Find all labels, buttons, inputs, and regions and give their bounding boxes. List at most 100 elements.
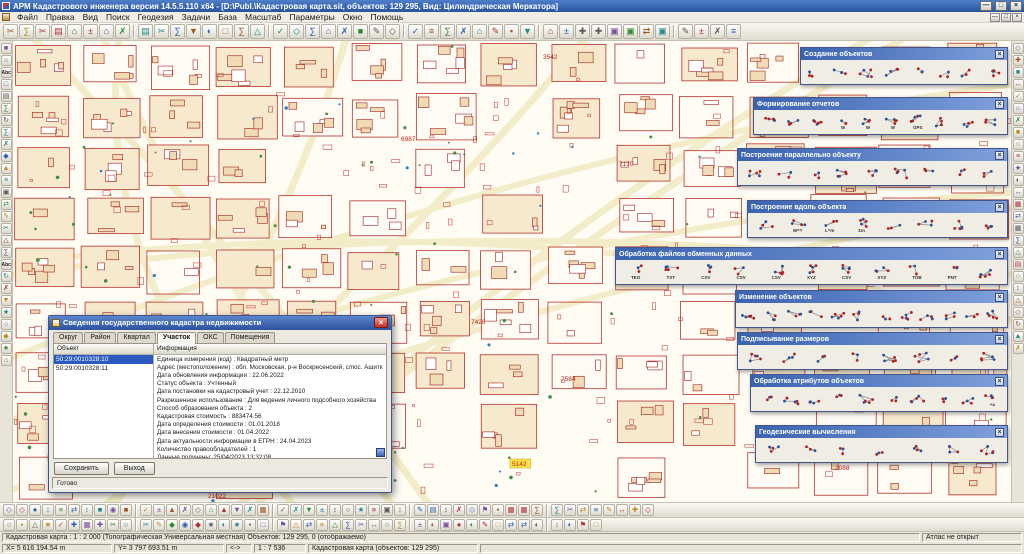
info-pane[interactable]: Информация Единица измерения (код) : Ква… [154, 343, 386, 458]
user-manager-icon[interactable]: ◐ [564, 518, 576, 531]
close-polygon-icon[interactable] [939, 305, 959, 326]
backup-tool-icon[interactable]: ✎ [603, 504, 615, 516]
parallel-points-icon[interactable] [921, 163, 941, 184]
panel-title-bar[interactable]: Подписывание размеров × [738, 333, 1007, 345]
menu-view[interactable]: Вид [79, 12, 102, 22]
stretch-tool-icon[interactable] [984, 305, 1004, 326]
move-node-icon[interactable] [806, 305, 826, 326]
bookmark-list-icon[interactable]: ■ [1012, 67, 1024, 78]
legend-icon[interactable]: ✗ [115, 24, 130, 39]
dimension-settings-icon[interactable] [945, 347, 965, 368]
distance-list-icon[interactable]: ⇄ [518, 518, 530, 531]
report-area-icon[interactable] [958, 112, 978, 133]
gnss-import-icon[interactable]: ✗ [453, 504, 465, 516]
object-settings-icon[interactable]: ± [559, 24, 574, 39]
parcel-search-icon[interactable]: ▪ [244, 518, 256, 531]
north-indicator-icon[interactable]: ▣ [607, 24, 622, 39]
aspect-map-icon[interactable]: ■ [94, 504, 106, 516]
attr-export-icon[interactable] [932, 389, 952, 410]
parallel-right-icon[interactable] [774, 163, 794, 184]
buffer-zone-icon[interactable]: ↔ [1012, 187, 1024, 198]
label-layer-icon[interactable]: ○ [120, 518, 132, 531]
access-rights-icon[interactable]: ⚑ [577, 518, 589, 531]
field-book-icon[interactable]: ⚑ [479, 504, 491, 516]
panel-close-icon[interactable]: × [995, 334, 1004, 344]
create-by-coords-icon[interactable] [881, 62, 901, 83]
exchange-csv-export-icon[interactable]: CSV [731, 262, 751, 283]
projection-setup-icon[interactable]: ▦ [257, 504, 269, 516]
draw-point-tool-icon[interactable]: □ [0, 79, 12, 90]
relate-tables-icon[interactable]: ★ [205, 518, 217, 531]
panel-title-bar[interactable]: Создание объектов × [801, 48, 1007, 60]
report-scheme-icon[interactable] [783, 112, 803, 133]
draw-polygon-icon[interactable]: ≡ [424, 24, 439, 39]
report-w3-icon[interactable]: W [883, 112, 903, 133]
symbology-icon[interactable]: ✎ [153, 518, 165, 531]
exchange-txt-icon[interactable]: TXT [661, 262, 681, 283]
menu-scale[interactable]: Масштаб [241, 12, 285, 22]
menu-parameters[interactable]: Параметры [285, 12, 338, 22]
add-layer-icon[interactable]: ✓ [55, 518, 67, 531]
classify-objects-icon[interactable]: ✂ [140, 518, 152, 531]
along-perpendicular-icon[interactable] [947, 215, 967, 236]
panel-title-bar[interactable]: Обработка файлов обменных данных × [616, 248, 1007, 260]
parallel-both-icon[interactable] [804, 163, 824, 184]
pan-map-icon[interactable]: ▼ [186, 24, 201, 39]
scale-selector-icon[interactable]: ✚ [591, 24, 606, 39]
attr-add-icon[interactable]: +a [982, 389, 1002, 410]
hatch-fill-icon[interactable]: ◆ [0, 151, 12, 162]
tin-model-icon[interactable]: ◇ [192, 504, 204, 516]
snap-toggle-icon[interactable]: ✎ [369, 24, 384, 39]
sketch-editor-icon[interactable]: ▪ [492, 504, 504, 516]
snapshot-icon[interactable]: ↕ [1012, 283, 1024, 294]
info-pane-button[interactable] [376, 448, 385, 457]
report-coordinates-icon[interactable] [933, 112, 953, 133]
attr-view-icon[interactable] [756, 389, 776, 410]
dialog-title-bar[interactable]: Сведения государственного кадастра недви… [49, 316, 391, 330]
mdi-restore-button[interactable]: □ [1001, 12, 1011, 22]
exchange-xyz-export-icon[interactable]: XYZ [872, 262, 892, 283]
profile-builder-icon[interactable]: ≡ [55, 504, 67, 516]
chart-builder-icon[interactable]: ▤ [1012, 259, 1024, 270]
object-palette-icon[interactable]: ✗ [710, 24, 725, 39]
search-icon[interactable]: ▤ [138, 24, 153, 39]
relief-shading-icon[interactable]: ⇄ [68, 504, 80, 516]
redo-icon[interactable]: ⌂ [543, 24, 558, 39]
layer-list-icon[interactable]: ⌂ [99, 24, 114, 39]
exchange-csv2-icon[interactable]: CSV [837, 262, 857, 283]
list-item[interactable]: 50:29:0010328:10 [54, 354, 153, 364]
panel-close-icon[interactable]: × [995, 150, 1004, 160]
attr-copy-icon[interactable] [806, 389, 826, 410]
create-polygon-icon[interactable] [856, 62, 876, 83]
import-data-icon[interactable]: ○ [1012, 139, 1024, 150]
dimension-point-number-icon[interactable] [879, 347, 899, 368]
copy-object-tool-icon[interactable] [957, 62, 977, 83]
attribute-table-icon[interactable]: ✗ [456, 24, 471, 39]
panel-close-icon[interactable]: × [995, 202, 1004, 212]
map-manager-icon[interactable]: ⌂ [67, 24, 82, 39]
select-cursor-icon[interactable]: ■ [0, 43, 12, 54]
filter-objects-icon[interactable]: ✎ [488, 24, 503, 39]
baseline-proc-icon[interactable]: ↕ [440, 504, 452, 516]
dimension-angle-icon[interactable] [813, 347, 833, 368]
draw-rectangle-icon[interactable]: ∑ [0, 127, 12, 138]
parallel-settings-icon[interactable] [980, 163, 1000, 184]
print-map-icon[interactable]: ○ [1012, 271, 1024, 282]
scale-object-icon[interactable]: ⇄ [0, 199, 12, 210]
save-project-icon[interactable]: △ [29, 518, 41, 531]
geodesy-polar-icon[interactable] [836, 440, 856, 461]
draw-polygon-tool-icon[interactable]: ↻ [0, 115, 12, 126]
measure-area-icon[interactable]: ⌂ [321, 24, 336, 39]
current-scale[interactable]: 1 : 7 536 [254, 543, 306, 553]
panel-close-icon[interactable]: × [995, 99, 1004, 109]
egrn-request-icon[interactable]: ⚑ [277, 518, 289, 531]
open-project-icon[interactable]: ▪ [16, 518, 28, 531]
rotate-view-icon[interactable]: ▣ [623, 24, 638, 39]
draw-text-icon[interactable]: ∑ [440, 24, 455, 39]
overview-map-icon[interactable]: ⌂ [1012, 103, 1024, 114]
script-editor-icon[interactable]: ◐ [427, 518, 439, 531]
address-search-icon[interactable]: ★ [231, 518, 243, 531]
geodesy-azimuth-icon[interactable] [907, 440, 927, 461]
coordinate-list-icon[interactable]: ◐ [466, 518, 478, 531]
point-list-icon[interactable]: ✎ [479, 518, 491, 531]
